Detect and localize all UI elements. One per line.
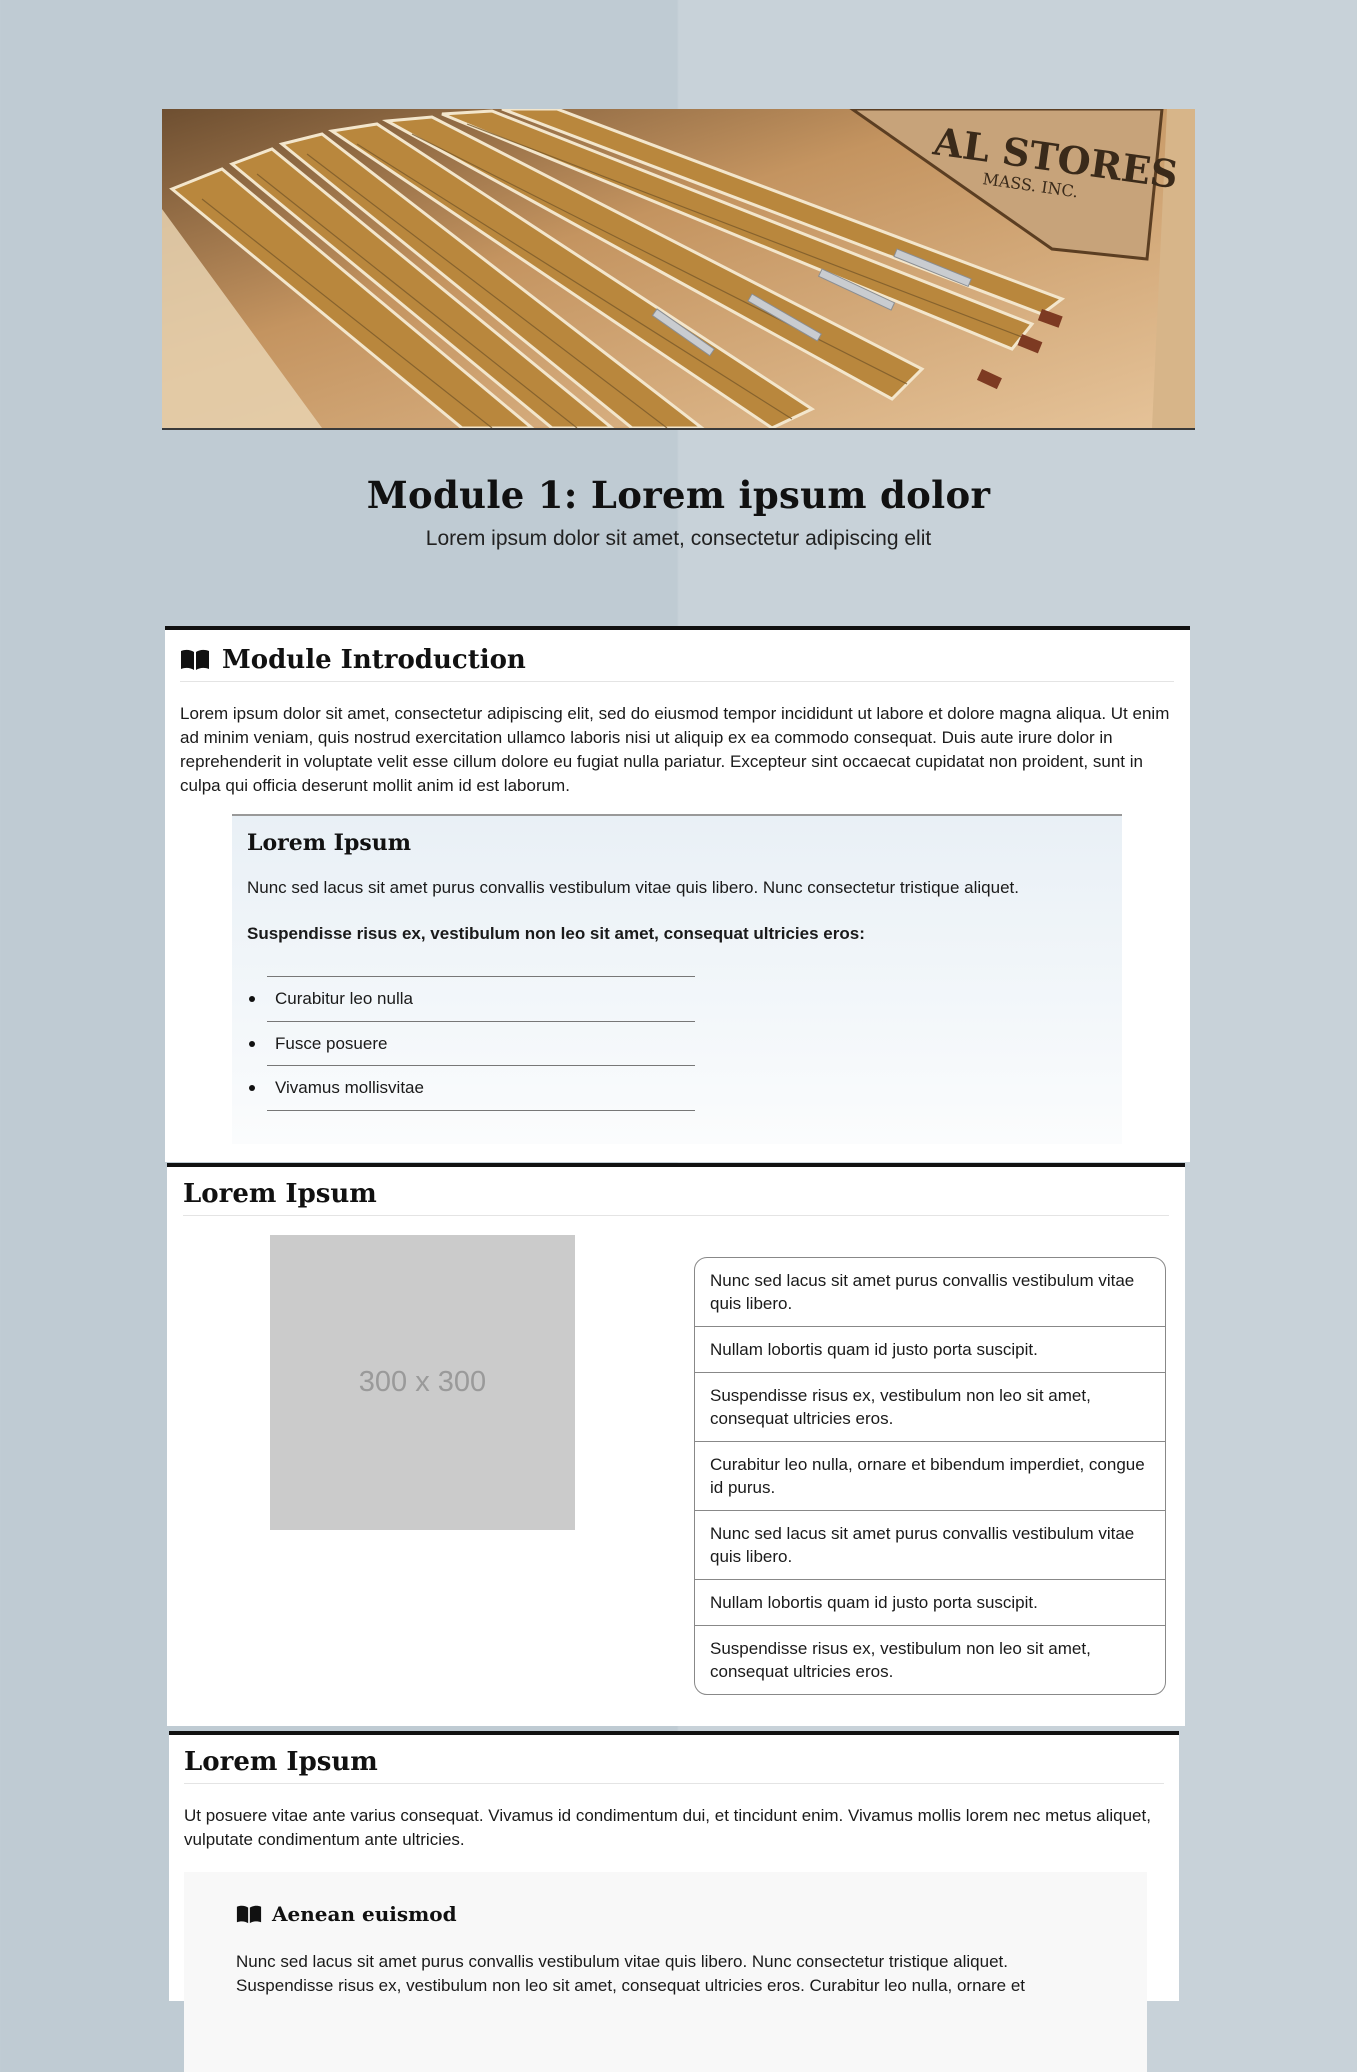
book-open-icon <box>236 1905 262 1923</box>
module-introduction-card: Module Introduction Lorem ipsum dolor si… <box>165 626 1190 1162</box>
list-item: Vivamus mollisvitae <box>249 1066 695 1111</box>
hero-image: AL STORES MASS. INC. <box>162 109 1195 430</box>
page-title: Module 1: Lorem ipsum dolor <box>366 473 991 517</box>
list-item: Curabitur leo nulla <box>249 977 695 1022</box>
lorem-ipsum-list-card: Lorem Ipsum 300 x 300 Nunc sed lacus sit… <box>167 1163 1185 1726</box>
list-group-item: Suspendisse risus ex, vestibulum non leo… <box>695 1373 1165 1442</box>
list-group: Nunc sed lacus sit amet purus convallis … <box>694 1257 1166 1695</box>
rulers-illustration: AL STORES MASS. INC. <box>162 109 1195 428</box>
lorem-ipsum-text-card: Lorem Ipsum Ut posuere vitae ante varius… <box>169 1731 1179 2072</box>
intro-heading-text: Module Introduction <box>222 645 526 675</box>
panel-heading: Aenean euismod <box>236 1902 1095 1926</box>
list-group-item: Nunc sed lacus sit amet purus convallis … <box>695 1258 1165 1327</box>
image-placeholder: 300 x 300 <box>270 1235 575 1530</box>
callout-text: Nunc sed lacus sit amet purus convallis … <box>247 878 1019 897</box>
panel-body: Nunc sed lacus sit amet purus convallis … <box>236 1952 1026 1995</box>
list-group-item: Nunc sed lacus sit amet purus convallis … <box>695 1511 1165 1580</box>
list-group-item: Curabitur leo nulla, ornare et bibendum … <box>695 1442 1165 1511</box>
module-introduction-heading: Module Introduction <box>180 645 1174 682</box>
page-subtitle: Lorem ipsum dolor sit amet, consectetur … <box>425 527 932 550</box>
section-body: Ut posuere vitae ante varius consequat. … <box>184 1806 1151 1849</box>
book-open-icon <box>181 649 209 670</box>
list-group-item: Nullam lobortis quam id justo porta susc… <box>695 1580 1165 1626</box>
callout-box: Lorem Ipsum Nunc sed lacus sit amet puru… <box>232 814 1122 1144</box>
section-heading: Lorem Ipsum <box>184 1747 1164 1784</box>
list-group-item: Suspendisse risus ex, vestibulum non leo… <box>710 1639 1091 1681</box>
info-panel: Aenean euismod Nunc sed lacus sit amet p… <box>184 1872 1147 2072</box>
callout-strong-text: Suspendisse risus ex, vestibulum non leo… <box>247 924 865 943</box>
section-heading: Lorem Ipsum <box>183 1179 1169 1216</box>
callout-bullet-list: Curabitur leo nulla Fusce posuere Vivamu… <box>249 976 695 1111</box>
list-group-item: Nullam lobortis quam id justo porta susc… <box>695 1327 1165 1373</box>
list-item: Fusce posuere <box>249 1022 695 1066</box>
panel-heading-text: Aenean euismod <box>272 1902 457 1926</box>
intro-body: Lorem ipsum dolor sit amet, consectetur … <box>180 704 1170 795</box>
callout-heading: Lorem Ipsum <box>247 830 412 856</box>
